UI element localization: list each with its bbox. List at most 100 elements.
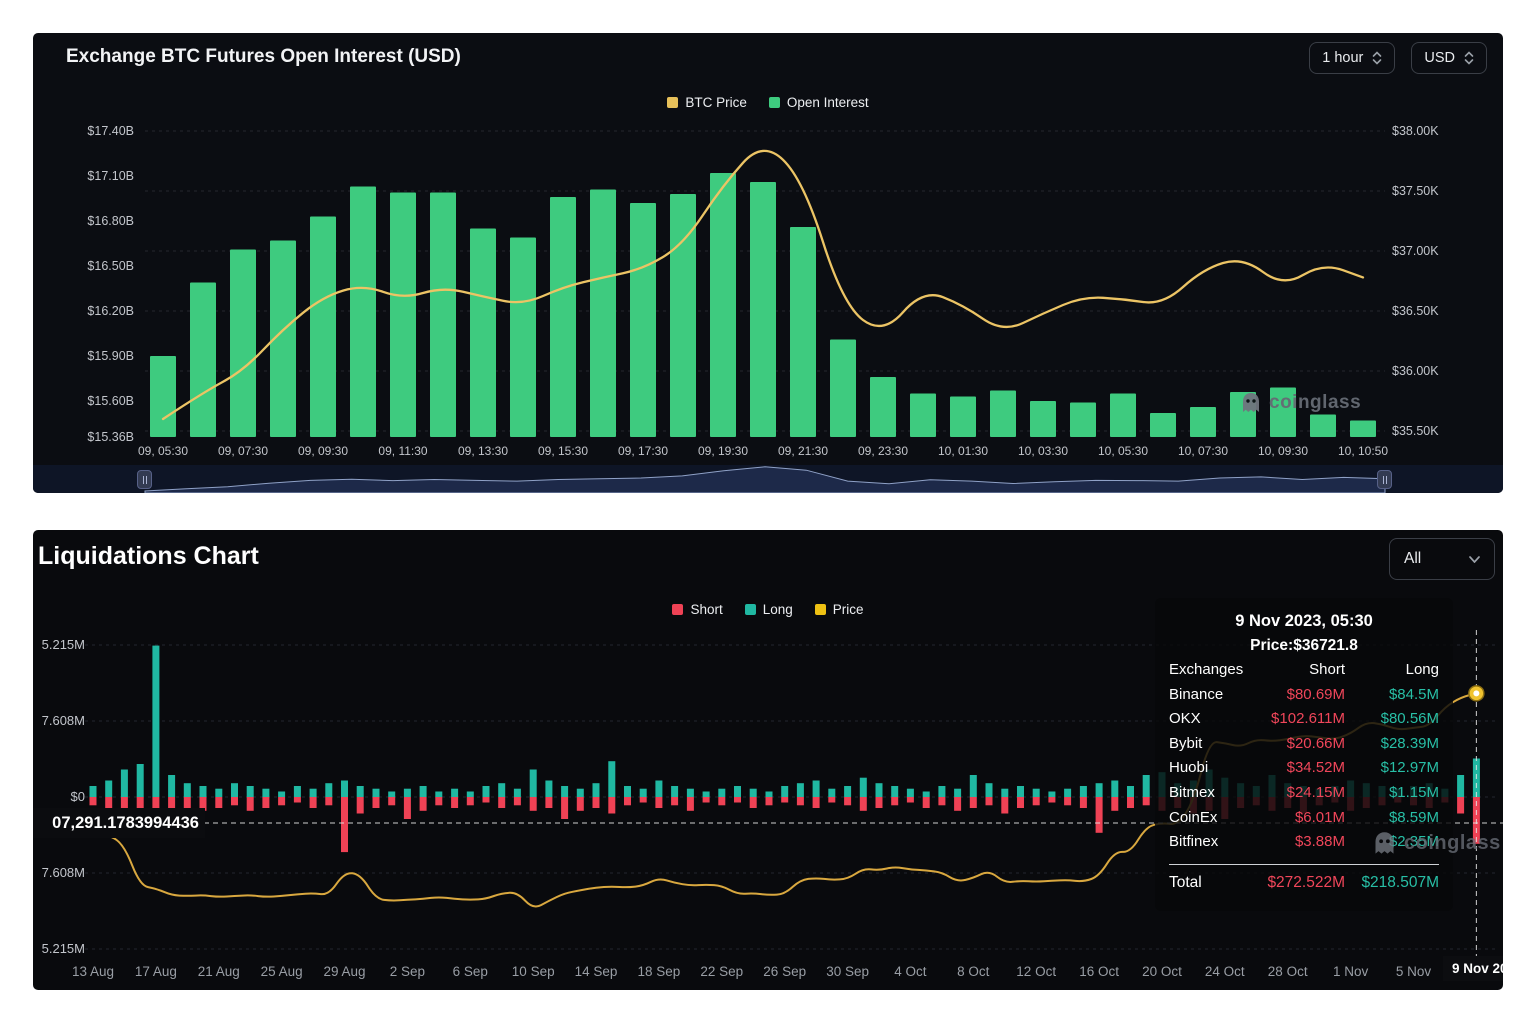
tooltip-table: ExchangesShortLongBinance$80.69M$84.5MOK…: [1169, 658, 1439, 895]
svg-text:09, 23:30: 09, 23:30: [858, 444, 908, 458]
tooltip-short-value: $6.01M: [1257, 806, 1345, 831]
chevron-down-icon: [1469, 556, 1480, 563]
tooltip-short-value: $80.69M: [1257, 683, 1345, 708]
tooltip-long-value: $80.56M: [1345, 707, 1439, 732]
interval-value: 1 hour: [1322, 50, 1363, 66]
tooltip-short-value: Short: [1257, 658, 1345, 683]
legend-item-price[interactable]: Price: [815, 602, 864, 617]
svg-text:10, 05:30: 10, 05:30: [1098, 444, 1148, 458]
svg-text:10, 01:30: 10, 01:30: [938, 444, 988, 458]
legend-swatch: [769, 97, 780, 108]
svg-text:10, 09:30: 10, 09:30: [1258, 444, 1308, 458]
legend-item-btc-price[interactable]: BTC Price: [667, 95, 747, 110]
svg-text:09, 11:30: 09, 11:30: [378, 444, 427, 458]
navigator-right-grip[interactable]: [1377, 470, 1392, 489]
svg-text:09, 21:30: 09, 21:30: [778, 444, 828, 458]
svg-text:2 Sep: 2 Sep: [390, 964, 425, 979]
svg-text:24 Oct: 24 Oct: [1205, 964, 1245, 979]
currency-select[interactable]: USD: [1411, 42, 1487, 74]
svg-text:$15.60B: $15.60B: [87, 394, 134, 408]
svg-text:5 Nov: 5 Nov: [1396, 964, 1432, 979]
svg-text:09, 17:30: 09, 17:30: [618, 444, 668, 458]
open-interest-controls: 1 hour USD: [1309, 42, 1487, 74]
tooltip-row: Bitmex$24.15M$1.15M: [1169, 781, 1439, 806]
legend-label: Long: [763, 602, 793, 617]
open-interest-title: Exchange BTC Futures Open Interest (USD): [66, 46, 461, 68]
svg-text:09, 07:30: 09, 07:30: [218, 444, 268, 458]
liquidations-tooltip: 9 Nov 2023, 05:30 Price:$36721.8 Exchang…: [1155, 598, 1453, 911]
svg-text:14 Sep: 14 Sep: [575, 964, 618, 979]
svg-text:$37.00K: $37.00K: [1392, 244, 1439, 258]
tooltip-long-value: Long: [1345, 658, 1439, 683]
svg-text:12 Oct: 12 Oct: [1016, 964, 1056, 979]
svg-text:09, 05:30: 09, 05:30: [138, 444, 188, 458]
svg-text:4 Oct: 4 Oct: [894, 964, 927, 979]
legend-swatch: [745, 604, 756, 615]
svg-text:$16.20B: $16.20B: [87, 304, 134, 318]
exchange-filter-select[interactable]: All: [1389, 538, 1495, 580]
legend-item-open-interest[interactable]: Open Interest: [769, 95, 869, 110]
svg-text:5.215M: 5.215M: [42, 637, 85, 652]
updown-icon: [1372, 50, 1382, 66]
svg-text:$0: $0: [71, 789, 85, 804]
svg-text:7.608M: 7.608M: [42, 865, 85, 880]
tooltip-exchange: Bitmex: [1169, 781, 1257, 806]
tooltip-long-value: $1.15M: [1345, 781, 1439, 806]
liquidations-panel: 5.215M7.608M$07.608M5.215M13 Aug17 Aug21…: [33, 530, 1503, 990]
legend-item-short[interactable]: Short: [672, 602, 722, 617]
tooltip-long-value: $2.35M: [1345, 830, 1439, 855]
tooltip-exchange: Bitfinex: [1169, 830, 1257, 855]
tooltip-long-value: $218.507M: [1345, 871, 1439, 896]
svg-text:25 Aug: 25 Aug: [261, 964, 303, 979]
currency-value: USD: [1424, 50, 1455, 66]
svg-text:6 Sep: 6 Sep: [453, 964, 488, 979]
tooltip-total-row: Total$272.522M$218.507M: [1169, 871, 1439, 896]
legend-swatch: [815, 604, 826, 615]
updown-icon: [1464, 50, 1474, 66]
navigator-left-grip[interactable]: [137, 470, 152, 489]
tooltip-short-value: $24.15M: [1257, 781, 1345, 806]
svg-text:26 Sep: 26 Sep: [763, 964, 806, 979]
svg-text:20 Oct: 20 Oct: [1142, 964, 1182, 979]
svg-text:21 Aug: 21 Aug: [198, 964, 240, 979]
svg-text:$17.10B: $17.10B: [87, 169, 134, 183]
tooltip-exchange: Binance: [1169, 683, 1257, 708]
svg-text:$38.00K: $38.00K: [1392, 124, 1439, 138]
tooltip-exchange: OKX: [1169, 707, 1257, 732]
svg-text:09, 15:30: 09, 15:30: [538, 444, 588, 458]
tooltip-exchange: Exchanges: [1169, 658, 1257, 683]
tooltip-exchange: Huobi: [1169, 756, 1257, 781]
tooltip-long-value: $84.5M: [1345, 683, 1439, 708]
svg-text:$16.80B: $16.80B: [87, 214, 134, 228]
tooltip-row: Bybit$20.66M$28.39M: [1169, 732, 1439, 757]
svg-text:10, 07:30: 10, 07:30: [1178, 444, 1228, 458]
tooltip-long-value: $8.59M: [1345, 806, 1439, 831]
crosshair-y-label: 07,291.1783994436: [33, 808, 205, 838]
tooltip-exchange: Total: [1169, 871, 1257, 896]
crosshair-x-label: 9 Nov 2023, 0: [1443, 956, 1503, 981]
legend-item-long[interactable]: Long: [745, 602, 793, 617]
svg-text:$16.50B: $16.50B: [87, 259, 134, 273]
tooltip-row: Binance$80.69M$84.5M: [1169, 683, 1439, 708]
svg-text:8 Oct: 8 Oct: [957, 964, 990, 979]
svg-text:$15.90B: $15.90B: [87, 349, 134, 363]
svg-text:10, 10:50: 10, 10:50: [1338, 444, 1388, 458]
svg-text:16 Oct: 16 Oct: [1079, 964, 1119, 979]
tooltip-short-value: $20.66M: [1257, 732, 1345, 757]
svg-text:22 Sep: 22 Sep: [700, 964, 743, 979]
svg-text:09, 09:30: 09, 09:30: [298, 444, 348, 458]
liquidations-title: Liquidations Chart: [38, 542, 259, 571]
svg-text:17 Aug: 17 Aug: [135, 964, 177, 979]
tooltip-row: Bitfinex$3.88M$2.35M: [1169, 830, 1439, 855]
svg-text:7.608M: 7.608M: [42, 713, 85, 728]
tooltip-long-value: $28.39M: [1345, 732, 1439, 757]
legend-swatch: [672, 604, 683, 615]
tooltip-divider: [1169, 864, 1439, 865]
tooltip-long-value: $12.97M: [1345, 756, 1439, 781]
legend-swatch: [667, 97, 678, 108]
exchange-filter-value: All: [1404, 550, 1421, 568]
tooltip-price: Price:$36721.8: [1169, 634, 1439, 658]
interval-select[interactable]: 1 hour: [1309, 42, 1395, 74]
svg-text:1 Nov: 1 Nov: [1333, 964, 1369, 979]
svg-text:$35.50K: $35.50K: [1392, 424, 1439, 438]
